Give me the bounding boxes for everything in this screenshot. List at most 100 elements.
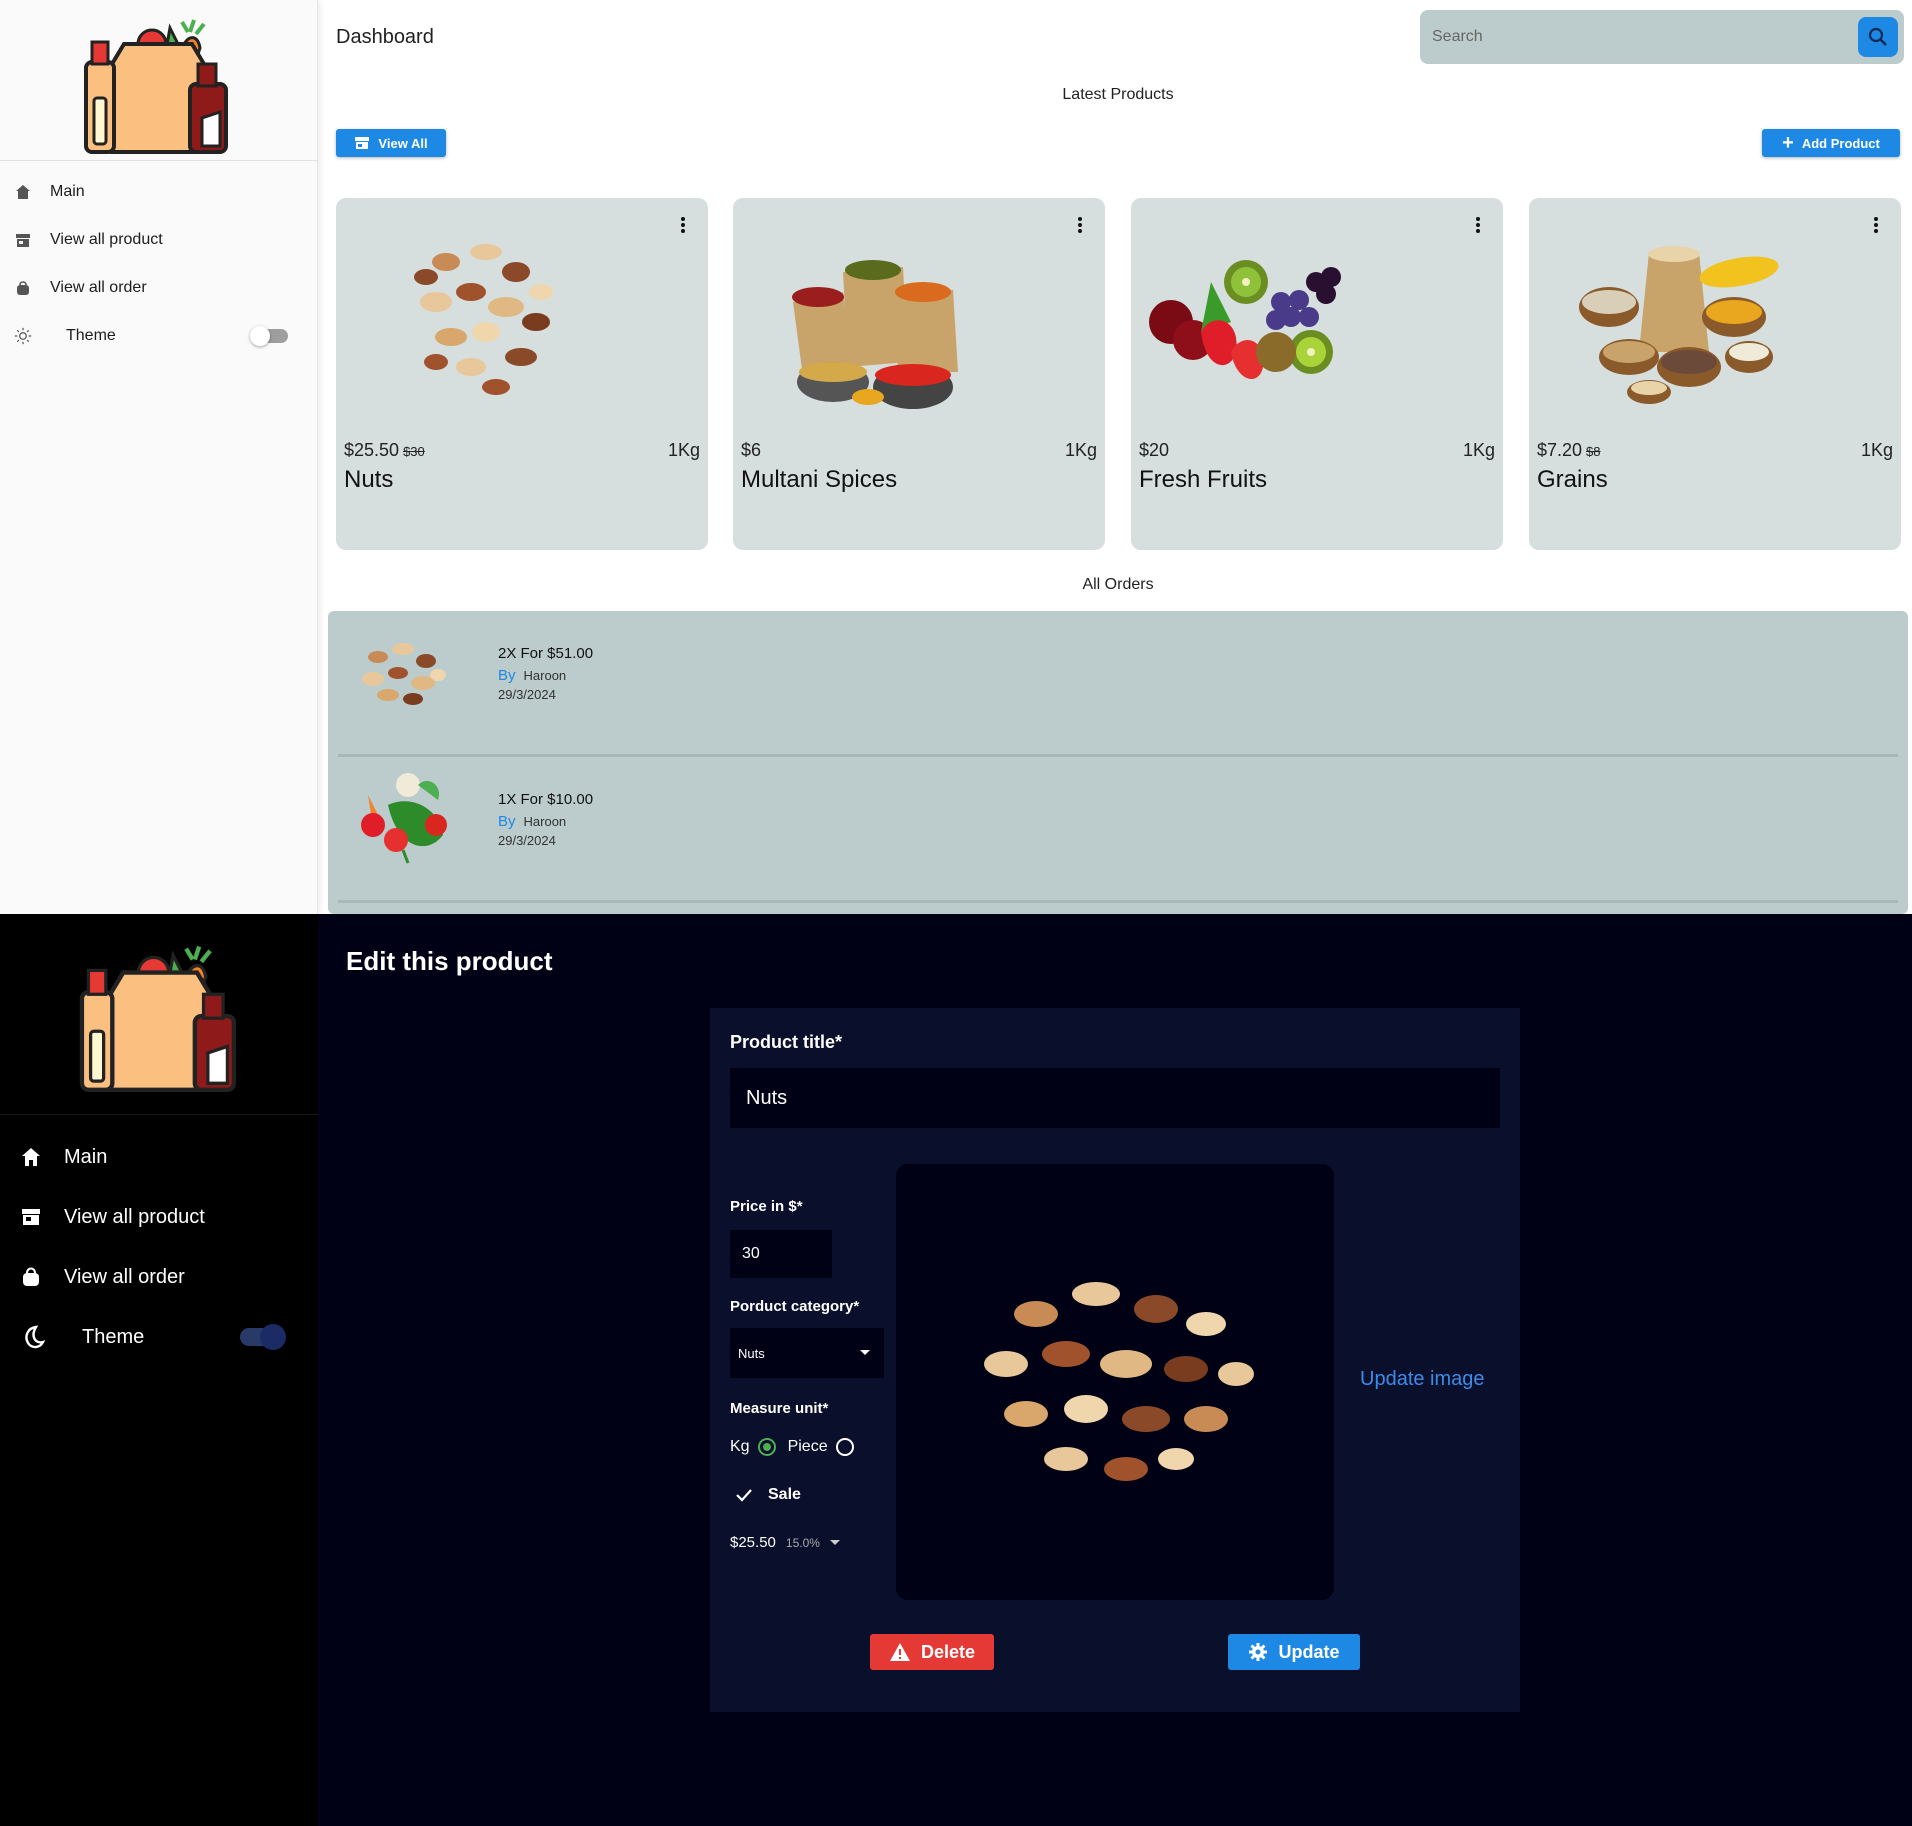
price-value: $7.20 [1537,440,1583,460]
radio-label-piece: Piece [787,1438,828,1455]
sidebar-item-label: View all order [50,279,147,296]
product-name: Grains [1537,466,1608,493]
grains-image [1579,246,1779,404]
product-price: $6 [741,440,761,461]
price-value: $25.50 [344,440,400,460]
more-vert-icon[interactable] [1475,216,1481,234]
all-orders-title: All Orders [1082,576,1154,593]
sidebar-item-view-all-order[interactable]: View all order [0,1252,318,1302]
customer-name: Haroon [523,668,567,683]
product-card[interactable]: $20 1Kg Fresh Fruits [1131,198,1503,550]
product-unit: 1Kg [1860,440,1893,460]
dropdown-arrow-icon[interactable] [829,1540,840,1545]
store-icon [14,231,32,249]
page-title: Edit this product [346,946,553,976]
radio-label-kg: Kg [730,1438,750,1455]
by-label: By [498,667,516,684]
product-price: $7.20 $8 [1537,440,1601,461]
nuts-image [414,244,553,395]
add-product-button[interactable]: + Add Product [1762,129,1900,157]
product-unit: 1Kg [1064,440,1097,460]
theme-toggle-knob [260,1324,286,1350]
sidebar-item-view-all-order[interactable]: View all order [0,268,318,308]
more-vert-icon[interactable] [680,216,686,234]
page-title: Dashboard [336,26,434,48]
plus-icon: + [1782,132,1794,154]
sidebar-item-label: View all order [64,1265,185,1288]
dropdown-arrow-icon [860,1350,870,1355]
more-vert-icon[interactable] [1077,216,1083,234]
product-title-input[interactable]: Nuts [730,1068,1500,1128]
sidebar-item-main[interactable]: Main [0,1132,318,1182]
delete-label: Delete [920,1641,976,1662]
sale-percent[interactable]: 15.0% [786,1536,820,1550]
nuts-image [984,1282,1254,1481]
sidebar-item-view-all-product[interactable]: View all product [0,220,318,260]
view-all-button[interactable]: View All [336,129,446,157]
dark-edit-product: Main View all product View all order The… [0,914,1912,1826]
warning-icon [889,1643,910,1661]
sidebar-item-theme[interactable]: Theme [0,316,318,356]
delete-button[interactable]: Delete [870,1634,994,1670]
order-divider [338,900,1898,903]
sidebar-divider [0,1114,318,1115]
product-image-preview [896,1164,1334,1600]
radio-piece[interactable] [835,1438,854,1456]
order-row[interactable]: 2X For $51.00 By Haroon 29/3/2024 [328,611,1908,757]
by-label: By [498,813,516,830]
home-icon [14,183,32,201]
update-label: Update [1278,1641,1340,1662]
check-icon[interactable] [736,1488,752,1502]
shopping-bag-icon [23,1267,39,1286]
product-card[interactable]: $6 1Kg Multani Spices [733,198,1105,550]
product-unit: 1Kg [1462,440,1495,460]
order-summary: 1X For $10.00 [498,791,594,808]
old-price: $30 [403,444,425,459]
product-name: Nuts [344,466,394,493]
product-name: Multani Spices [741,466,898,493]
search-button[interactable] [1858,17,1898,57]
sale-price-row: $25.50 15.0% [730,1534,840,1551]
sidebar-item-label: Theme [66,327,116,344]
category-value: Nuts [738,1345,765,1361]
sidebar-divider [0,160,318,161]
theme-toggle[interactable] [250,326,288,346]
sidebar-item-label: View all product [64,1205,205,1228]
spices-image [792,260,958,409]
measure-unit-label: Measure unit* [730,1400,829,1417]
search-input[interactable] [1420,10,1840,64]
sidebar: Main View all product View all order The… [0,0,318,914]
order-row[interactable]: 1X For $10.00 By Haroon 29/3/2024 [328,757,1908,903]
sidebar-item-label: View all product [50,231,163,248]
order-vegetables-image [361,773,447,864]
product-unit: 1Kg [667,440,700,460]
price-value: $6 [741,440,762,460]
update-button[interactable]: Update [1228,1634,1360,1670]
category-label: Porduct category* [730,1298,860,1315]
latest-products-title: Latest Products [1062,86,1174,103]
orders-list: 2X For $51.00 By Haroon 29/3/2024 1X For … [328,611,1908,914]
sidebar-item-main[interactable]: Main [0,172,318,212]
home-icon [22,1148,40,1166]
store-icon [22,1209,40,1225]
view-all-label: View All [378,135,428,151]
radio-kg[interactable] [757,1438,776,1456]
product-card[interactable]: $7.20 $8 1Kg Grains [1529,198,1901,550]
sale-checkbox-row[interactable]: Sale [736,1486,801,1504]
order-customer: By Haroon [498,813,566,830]
moon-icon [25,1325,46,1349]
fruits-image [1149,260,1341,379]
category-select[interactable]: Nuts [730,1328,884,1378]
order-summary: 2X For $51.00 [498,645,594,662]
product-title-label: Product title* [730,1032,843,1052]
sidebar-item-view-all-product[interactable]: View all product [0,1192,318,1242]
update-image-link[interactable]: Update image [1360,1368,1485,1391]
grocery-bag-logo [84,19,228,154]
product-name: Fresh Fruits [1139,466,1268,493]
grocery-bag-logo [79,945,237,1092]
more-vert-icon[interactable] [1873,216,1879,234]
theme-toggle[interactable] [240,1324,286,1350]
sidebar-item-theme[interactable]: Theme [0,1312,318,1362]
price-input[interactable]: 30 [730,1230,832,1278]
product-card[interactable]: $25.50 $30 1Kg Nuts [336,198,708,550]
